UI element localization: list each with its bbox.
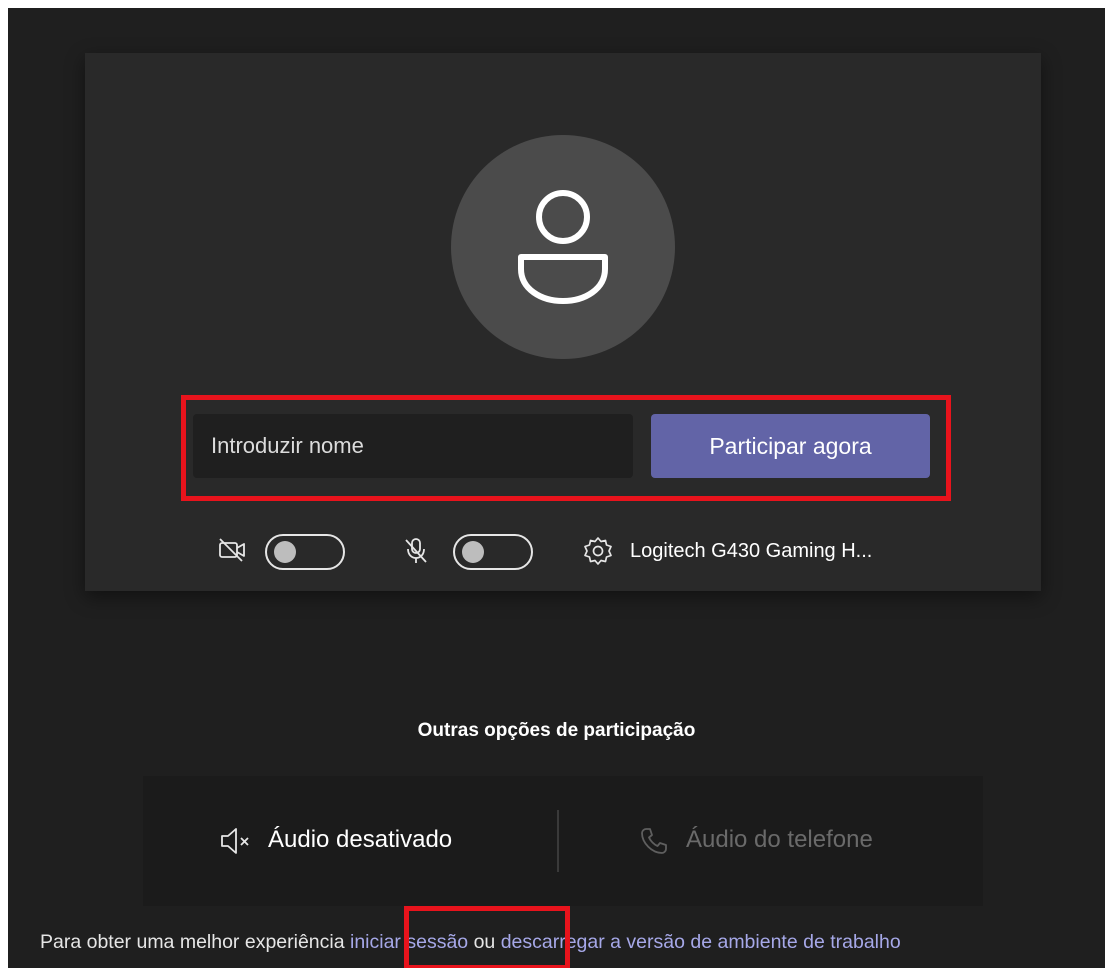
phone-audio-label: Áudio do telefone	[686, 826, 873, 853]
mic-off-icon	[405, 538, 427, 563]
phone-icon	[641, 828, 667, 854]
device-controls: Logitech G430 Gaming H...	[85, 533, 1041, 570]
audio-off-label: Áudio desativado	[268, 826, 453, 853]
footer-prefix: Para obter uma melhor experiência	[40, 931, 345, 953]
footer-message: Para obter uma melhor experiência inicia…	[40, 931, 901, 954]
toggle-knob	[274, 541, 296, 563]
speaker-muted-icon	[221, 828, 249, 854]
toggle-knob	[462, 541, 484, 563]
audio-options-panel: Áudio desativado Áudio do telefone	[143, 776, 983, 906]
person-icon	[518, 190, 608, 304]
camera-off-icon	[219, 538, 245, 562]
sign-in-link[interactable]: iniciar sessão	[350, 931, 468, 953]
gear-icon[interactable]	[582, 535, 614, 567]
audio-device-label[interactable]: Logitech G430 Gaming H...	[630, 540, 872, 563]
audio-off-option[interactable]: Áudio desativado	[143, 776, 557, 906]
pre-join-screen: Participar agora	[8, 8, 1105, 968]
name-input[interactable]	[193, 414, 633, 478]
phone-audio-option[interactable]: Áudio do telefone	[559, 776, 973, 906]
microphone-toggle[interactable]	[453, 534, 533, 570]
download-desktop-link[interactable]: descarregar a versão de ambiente de trab…	[501, 931, 901, 953]
video-preview-card: Participar agora	[85, 53, 1041, 591]
camera-toggle[interactable]	[265, 534, 345, 570]
footer-separator: ou	[473, 931, 496, 953]
join-row: Participar agora	[193, 414, 930, 478]
other-options-title: Outras opções de participação	[417, 720, 696, 741]
avatar	[451, 135, 675, 359]
join-now-button[interactable]: Participar agora	[651, 414, 930, 478]
